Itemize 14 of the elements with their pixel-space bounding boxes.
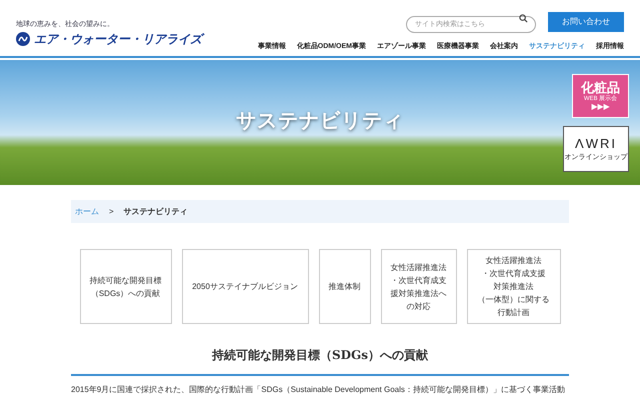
section-link-card[interactable]: 持続可能な開発目標 （SDGs）への貢献 (80, 249, 172, 324)
breadcrumb-current: サステナビリティ (124, 206, 188, 218)
section-link-card[interactable]: 2050サステイナブルビジョン (182, 249, 308, 324)
section-heading: 持続可能な開発目標（SDGs）への貢献 (212, 347, 428, 364)
search-icon[interactable] (519, 14, 528, 23)
body-paragraph: 2015年9月に国連で採択された、国際的な行動計画「SDGs（Sustainable Development Goals：持続可能な開発目標）」に基づく事業活動 (71, 384, 566, 396)
section-link-card[interactable]: 女性活躍推進法 ・次世代育成支 援対策推進法へ の対応 (380, 249, 456, 324)
breadcrumb-separator: > (109, 206, 114, 218)
hero-title: サステナビリティ (236, 108, 404, 134)
section-link-card[interactable]: 推進体制 (318, 249, 370, 324)
contact-button[interactable]: お問い合わせ (548, 12, 624, 32)
logo-icon (16, 32, 30, 46)
section-link-card[interactable]: 女性活躍推進法 ・次世代育成支援 対策推進法 （一体型）に関する 行動計画 (466, 249, 560, 324)
logo-text[interactable]: エア・ウォーター・リアライズ (34, 30, 202, 48)
